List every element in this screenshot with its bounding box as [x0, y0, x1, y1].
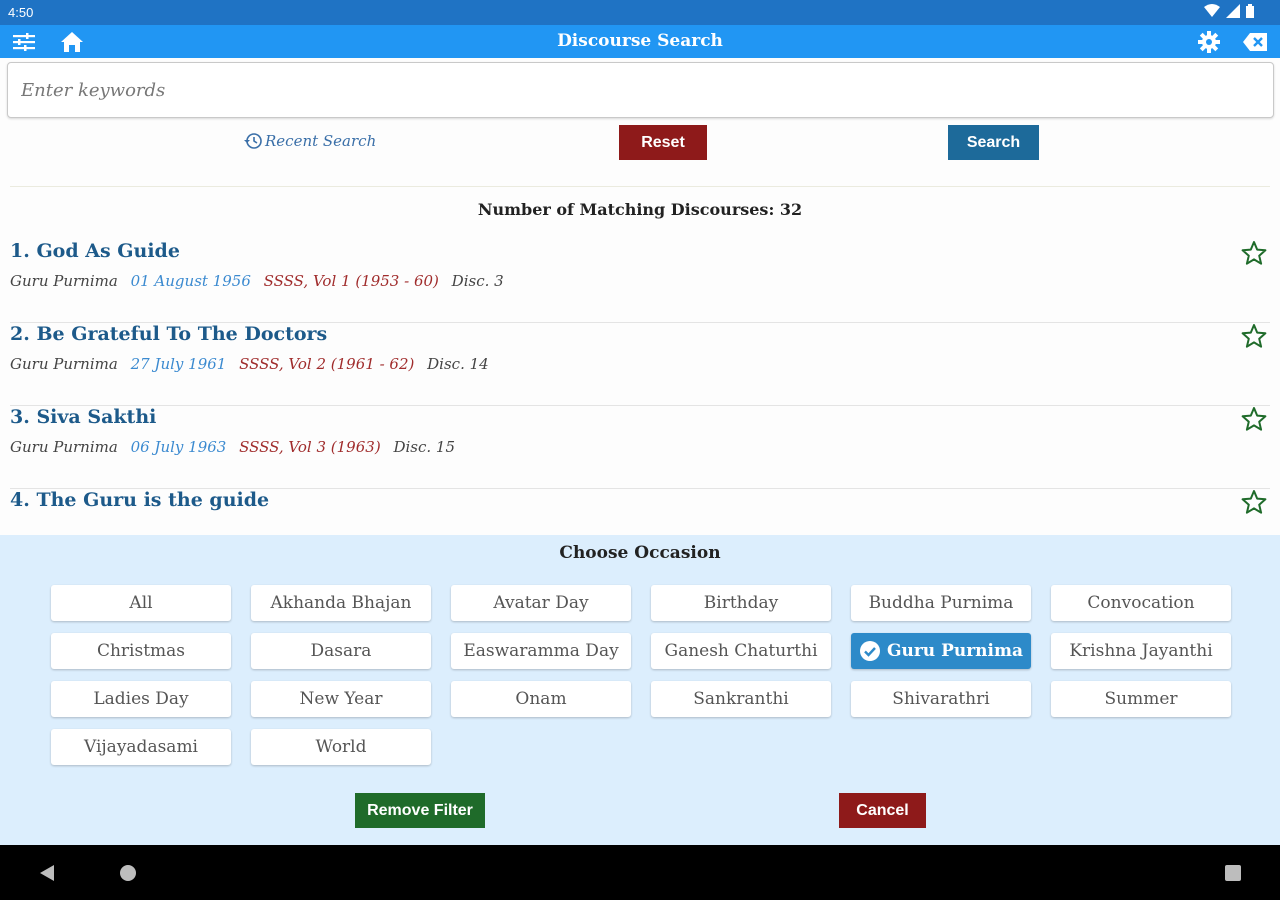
system-nav-bar: [0, 845, 1280, 900]
search-field: [7, 62, 1274, 118]
status-bar: 4:50: [0, 0, 1280, 25]
result-title[interactable]: 3. Siva Sakthi: [10, 406, 156, 428]
occasion-chip-sankranthi[interactable]: Sankranthi: [651, 681, 831, 717]
recent-search-link[interactable]: Recent Search: [244, 132, 376, 150]
occasion-chip-krishna-jayanthi[interactable]: Krishna Jayanthi: [1051, 633, 1231, 669]
divider: [10, 186, 1270, 187]
result-occasion: Guru Purnima: [10, 355, 118, 373]
occasion-chip-christmas[interactable]: Christmas: [51, 633, 231, 669]
occasion-chip-ganesh-chaturthi[interactable]: Ganesh Chaturthi: [651, 633, 831, 669]
clear-backspace-icon[interactable]: [1242, 29, 1268, 55]
occasion-chip-all[interactable]: All: [51, 585, 231, 621]
check-circle-icon: [859, 641, 880, 661]
occasion-chip-shivarathri[interactable]: Shivarathri: [851, 681, 1031, 717]
favorite-star-icon[interactable]: [1241, 323, 1267, 349]
favorite-star-icon[interactable]: [1241, 240, 1267, 266]
result-disc: Disc. 15: [393, 438, 455, 456]
history-icon: [244, 133, 262, 149]
back-icon[interactable]: [38, 864, 56, 882]
settings-gear-icon[interactable]: [1196, 29, 1222, 55]
result-volume: SSSS, Vol 1 (1953 - 60): [263, 272, 439, 290]
recent-search-label: Recent Search: [265, 132, 377, 150]
favorite-star-icon[interactable]: [1241, 406, 1267, 432]
result-occasion: Guru Purnima: [10, 438, 118, 456]
favorite-star-icon[interactable]: [1241, 489, 1267, 515]
occasion-chip-guru-purnima[interactable]: Guru Purnima: [851, 633, 1031, 669]
reset-button[interactable]: Reset: [619, 125, 707, 160]
result-count: Number of Matching Discourses: 32: [477, 200, 803, 219]
occasion-chip-onam[interactable]: Onam: [451, 681, 631, 717]
remove-filter-button[interactable]: Remove Filter: [355, 793, 485, 828]
cancel-button[interactable]: Cancel: [839, 793, 926, 828]
result-volume: SSSS, Vol 3 (1963): [239, 438, 381, 456]
result-item[interactable]: 2. Be Grateful To The Doctors Guru Purni…: [0, 323, 1280, 406]
occasion-chip-convocation[interactable]: Convocation: [1051, 585, 1231, 621]
result-meta: Guru Purnima 01 August 1956 SSSS, Vol 1 …: [10, 272, 512, 290]
occasion-chip-world[interactable]: World: [251, 729, 431, 765]
battery-icon: [1246, 4, 1254, 18]
occasion-filter-panel: Choose Occasion All Akhanda Bhajan Avata…: [0, 535, 1280, 845]
search-button[interactable]: Search: [948, 125, 1039, 160]
page-title: Discourse Search: [557, 31, 723, 51]
wifi-icon: [1204, 4, 1220, 17]
result-volume: SSSS, Vol 2 (1961 - 62): [239, 355, 415, 373]
occasion-chip-vijayadasami[interactable]: Vijayadasami: [51, 729, 231, 765]
signal-icon: [1226, 4, 1240, 18]
result-date: 06 July 1963: [130, 438, 227, 456]
result-title[interactable]: 2. Be Grateful To The Doctors: [10, 323, 327, 345]
occasion-chip-new-year[interactable]: New Year: [251, 681, 431, 717]
recents-icon[interactable]: [1224, 864, 1242, 882]
occasion-chip-avatar-day[interactable]: Avatar Day: [451, 585, 631, 621]
result-item[interactable]: 3. Siva Sakthi Guru Purnima 06 July 1963…: [0, 406, 1280, 489]
result-title[interactable]: 1. God As Guide: [10, 240, 180, 262]
result-disc: Disc. 3: [451, 272, 504, 290]
app-bar: Discourse Search: [0, 25, 1280, 58]
search-input[interactable]: [8, 63, 1273, 117]
result-item[interactable]: 4. The Guru is the guide: [0, 489, 1280, 535]
result-date: 01 August 1956: [130, 272, 251, 290]
occasion-chip-dasara[interactable]: Dasara: [251, 633, 431, 669]
result-date: 27 July 1961: [130, 355, 227, 373]
home-nav-icon[interactable]: [119, 864, 137, 882]
occasion-chip-birthday[interactable]: Birthday: [651, 585, 831, 621]
occasion-chip-summer[interactable]: Summer: [1051, 681, 1231, 717]
status-time: 4:50: [8, 5, 34, 20]
result-title[interactable]: 4. The Guru is the guide: [10, 489, 269, 511]
result-occasion: Guru Purnima: [10, 272, 118, 290]
result-meta: Guru Purnima 27 July 1961 SSSS, Vol 2 (1…: [10, 355, 497, 373]
status-icons: [1204, 4, 1254, 18]
panel-title: Choose Occasion: [559, 543, 721, 563]
result-item[interactable]: 1. God As Guide Guru Purnima 01 August 1…: [0, 240, 1280, 323]
occasion-chip-ladies-day[interactable]: Ladies Day: [51, 681, 231, 717]
result-disc: Disc. 14: [427, 355, 489, 373]
occasion-chip-buddha-purnima[interactable]: Buddha Purnima: [851, 585, 1031, 621]
occasion-chip-easwaramma-day[interactable]: Easwaramma Day: [451, 633, 631, 669]
occasion-chip-akhanda-bhajan[interactable]: Akhanda Bhajan: [251, 585, 431, 621]
result-meta: Guru Purnima 06 July 1963 SSSS, Vol 3 (1…: [10, 438, 463, 456]
